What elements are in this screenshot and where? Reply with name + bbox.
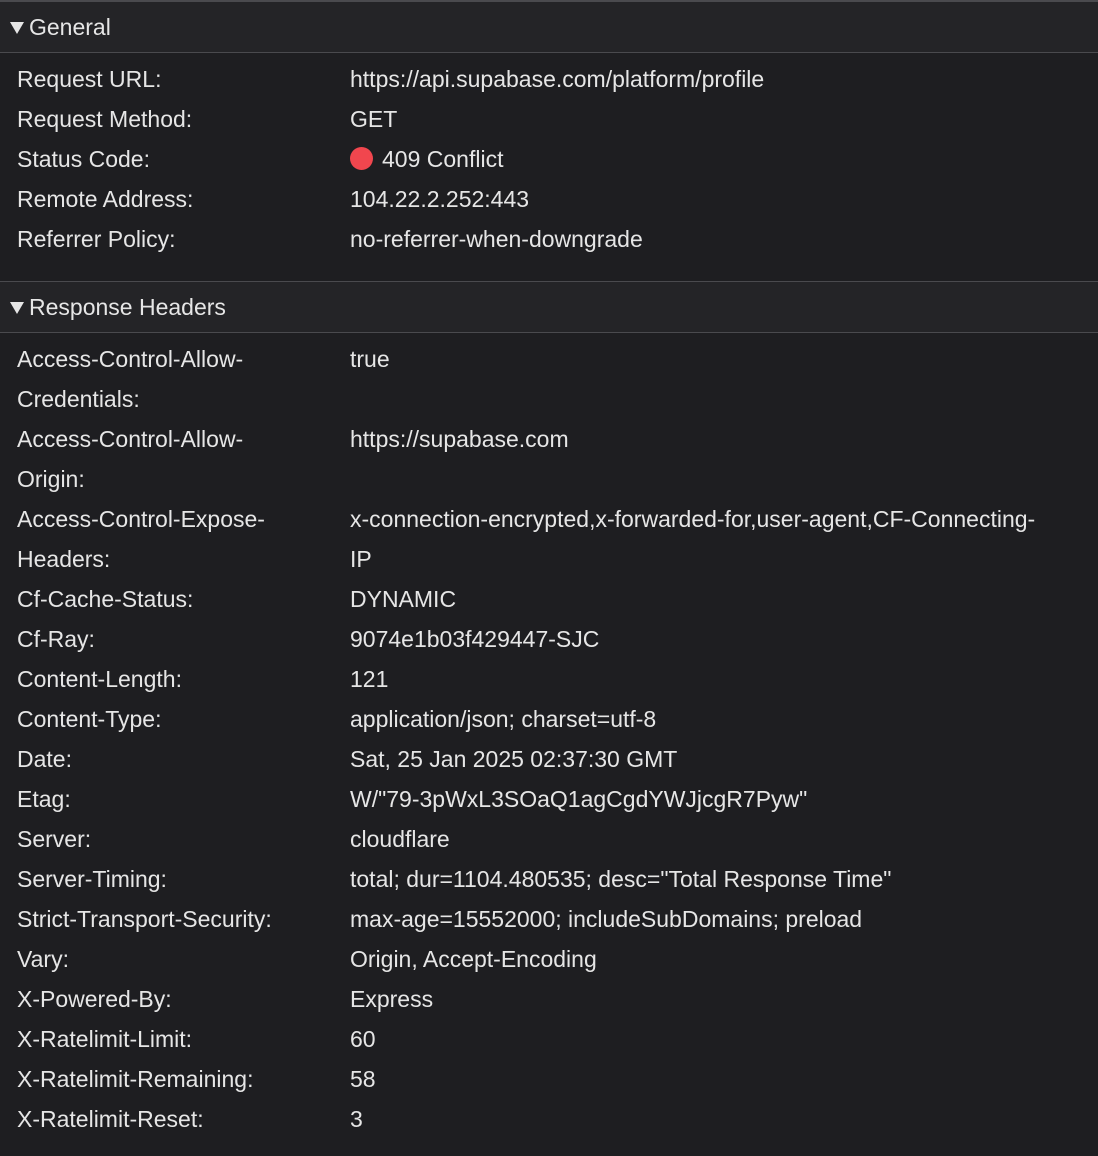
- header-key: Cf-Cache-Status:: [17, 586, 194, 612]
- header-key: Date:: [17, 746, 72, 772]
- response-header-row: Etag: W/"79-3pWxL3SOaQ1agCgdYWJjcgR7Pyw": [0, 779, 1098, 819]
- row-value[interactable]: https://api.supabase.com/platform/profil…: [350, 59, 1098, 99]
- header-key: Etag:: [17, 786, 71, 812]
- status-text: 409 Conflict: [382, 146, 504, 172]
- header-key: Server-Timing:: [17, 866, 167, 892]
- header-value[interactable]: Sat, 25 Jan 2025 02:37:30 GMT: [350, 739, 1098, 779]
- response-header-row: Access-Control-Allow- Credentials: true: [0, 339, 1098, 419]
- header-key: Strict-Transport-Security:: [17, 906, 272, 932]
- response-header-row: Cf-Ray: 9074e1b03f429447-SJC: [0, 619, 1098, 659]
- row-key: Referrer Policy:: [17, 226, 176, 252]
- response-header-row: Access-Control-Expose- Headers: x-connect…: [0, 499, 1098, 579]
- response-header-row: Strict-Transport-Security: max-age=155520…: [0, 899, 1098, 939]
- header-key: Content-Type:: [17, 706, 162, 732]
- general-row-status-code: Status Code: 409 Conflict: [0, 139, 1098, 179]
- status-error-icon: [350, 147, 373, 170]
- header-value[interactable]: Express: [350, 979, 1098, 1019]
- header-key: Cf-Ray:: [17, 626, 95, 652]
- response-header-row: Cf-Cache-Status: DYNAMIC: [0, 579, 1098, 619]
- response-header-row: Server: cloudflare: [0, 819, 1098, 859]
- general-rows: Request URL: https://api.supabase.com/pl…: [0, 53, 1098, 281]
- header-value[interactable]: W/"79-3pWxL3SOaQ1agCgdYWJjcgR7Pyw": [350, 779, 1098, 819]
- response-header-row: X-Powered-By: Express: [0, 979, 1098, 1019]
- header-key: Content-Length:: [17, 666, 182, 692]
- general-row-request-method: Request Method: GET: [0, 99, 1098, 139]
- response-headers-section-header[interactable]: Response Headers: [0, 282, 1098, 333]
- general-row-remote-address: Remote Address: 104.22.2.252:443: [0, 179, 1098, 219]
- general-row-referrer-policy: Referrer Policy: no-referrer-when-downgr…: [0, 219, 1098, 259]
- row-key: Request URL:: [17, 66, 162, 92]
- header-key: Access-Control-Allow- Credentials:: [17, 346, 244, 412]
- response-header-row: X-Ratelimit-Remaining: 58: [0, 1059, 1098, 1099]
- header-value[interactable]: Origin, Accept-Encoding: [350, 939, 1098, 979]
- response-header-row: Date: Sat, 25 Jan 2025 02:37:30 GMT: [0, 739, 1098, 779]
- header-key: X-Powered-By:: [17, 986, 172, 1012]
- header-key: Access-Control-Allow- Origin:: [17, 426, 244, 492]
- header-value[interactable]: 9074e1b03f429447-SJC: [350, 619, 1098, 659]
- response-header-row: Server-Timing: total; dur=1104.480535; de…: [0, 859, 1098, 899]
- header-value[interactable]: 3: [350, 1099, 1098, 1139]
- header-key: X-Ratelimit-Limit:: [17, 1026, 193, 1052]
- header-key: Vary:: [17, 946, 69, 972]
- header-key: X-Ratelimit-Remaining:: [17, 1066, 254, 1092]
- row-key: Remote Address:: [17, 186, 194, 212]
- header-value[interactable]: DYNAMIC: [350, 579, 1098, 619]
- response-header-row: Content-Type: application/json; charset=u…: [0, 699, 1098, 739]
- header-value[interactable]: x-connection-encrypted,x-forwarded-for,u…: [350, 499, 1098, 579]
- header-value[interactable]: true: [350, 339, 1098, 419]
- header-key: Server:: [17, 826, 92, 852]
- response-headers-section-title: Response Headers: [29, 293, 226, 320]
- general-section-title: General: [29, 13, 111, 40]
- disclosure-triangle-icon[interactable]: [10, 302, 24, 314]
- header-value[interactable]: cloudflare: [350, 819, 1098, 859]
- response-header-row: Vary: Origin, Accept-Encoding: [0, 939, 1098, 979]
- response-header-row: X-Ratelimit-Reset: 3: [0, 1099, 1098, 1139]
- response-header-row: Access-Control-Allow- Origin: https://sup…: [0, 419, 1098, 499]
- header-value[interactable]: application/json; charset=utf-8: [350, 699, 1098, 739]
- headers-panel: General Request URL: https://api.supabas…: [0, 0, 1098, 1156]
- header-value[interactable]: max-age=15552000; includeSubDomains; pre…: [350, 899, 1098, 939]
- disclosure-triangle-icon[interactable]: [10, 22, 24, 34]
- response-header-row: X-Ratelimit-Limit: 60: [0, 1019, 1098, 1059]
- header-value[interactable]: 58: [350, 1059, 1098, 1099]
- response-header-row: Content-Length: 121: [0, 659, 1098, 699]
- row-key: Status Code:: [17, 146, 150, 172]
- row-value[interactable]: 104.22.2.252:443: [350, 179, 1098, 219]
- row-value[interactable]: GET: [350, 99, 1098, 139]
- header-value[interactable]: 60: [350, 1019, 1098, 1059]
- row-value-status[interactable]: 409 Conflict: [350, 139, 1098, 179]
- header-key: X-Ratelimit-Reset:: [17, 1106, 204, 1132]
- header-value[interactable]: https://supabase.com: [350, 419, 1098, 499]
- header-value[interactable]: 121: [350, 659, 1098, 699]
- response-headers-rows: Access-Control-Allow- Credentials: true Ac…: [0, 333, 1098, 1156]
- header-value[interactable]: total; dur=1104.480535; desc="Total Resp…: [350, 859, 1098, 899]
- general-row-request-url: Request URL: https://api.supabase.com/pl…: [0, 59, 1098, 99]
- header-key: Access-Control-Expose- Headers:: [17, 506, 265, 572]
- general-section-header[interactable]: General: [0, 2, 1098, 53]
- row-value[interactable]: no-referrer-when-downgrade: [350, 219, 1098, 259]
- row-key: Request Method:: [17, 106, 193, 132]
